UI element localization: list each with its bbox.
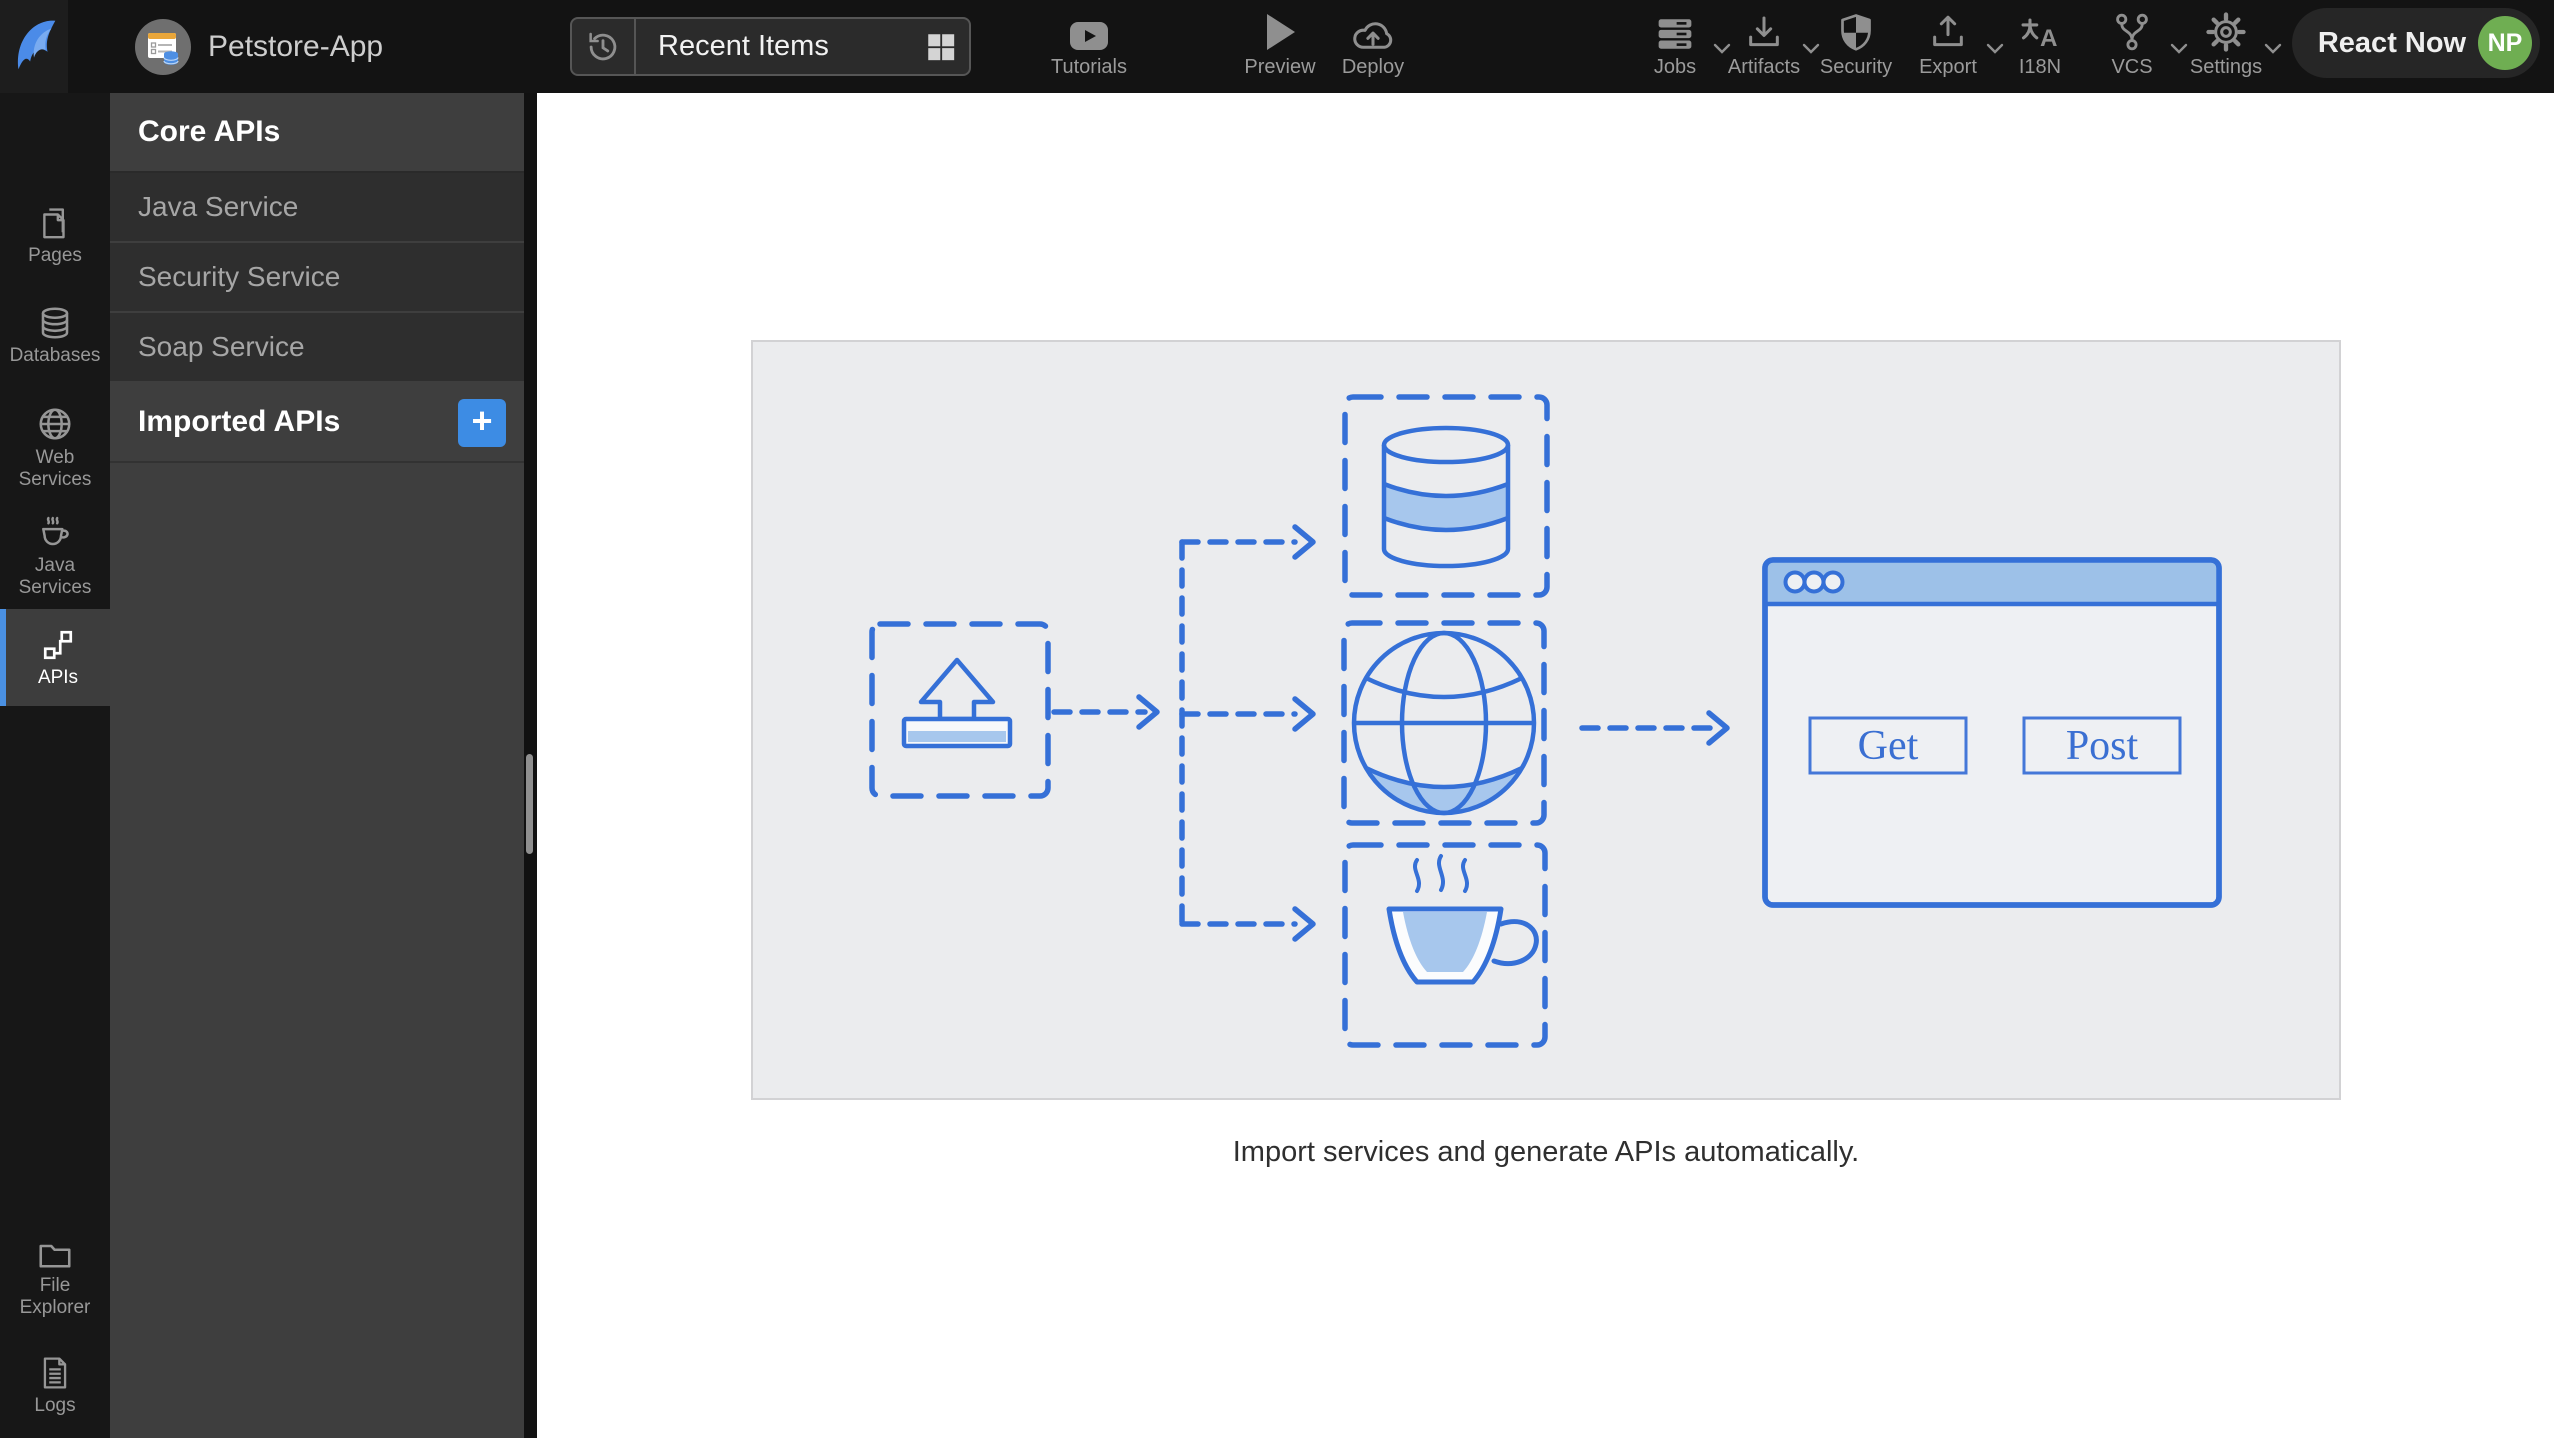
deploy-label: Deploy xyxy=(1341,56,1405,78)
get-label: Get xyxy=(1858,723,1919,769)
export-menu[interactable]: Export xyxy=(1900,6,2004,90)
sidebar-item-pages[interactable]: Pages xyxy=(0,205,110,267)
security-label: Security xyxy=(1819,56,1893,78)
user-avatar[interactable]: NP xyxy=(2478,16,2532,70)
security-button[interactable]: Security xyxy=(1808,6,1904,90)
steam-lines xyxy=(1413,854,1469,893)
cloud-upload-icon xyxy=(1325,6,1421,52)
history-icon xyxy=(572,19,636,74)
sidebar-item-logs[interactable]: Logs xyxy=(0,1355,110,1417)
coffee-box xyxy=(1342,842,1548,1048)
post-label: Post xyxy=(2066,723,2139,769)
git-branch-icon xyxy=(2084,6,2180,52)
list-item-security-service[interactable]: Security Service xyxy=(110,243,524,313)
vcs-menu[interactable]: VCS xyxy=(2084,6,2188,90)
sidebar-item-databases[interactable]: Databases xyxy=(0,305,110,367)
diagram-svg: Get Post xyxy=(869,394,2222,1048)
settings-menu[interactable]: Settings xyxy=(2178,6,2282,90)
database-icon xyxy=(0,305,110,341)
globe-icon xyxy=(0,405,110,443)
apis-label: APIs xyxy=(37,666,79,688)
react-now-label: React Now xyxy=(2317,26,2467,59)
core-apis-title: Core APIs xyxy=(138,115,281,148)
pages-icon xyxy=(0,205,110,241)
sidebar-item-java-services[interactable]: Java Services xyxy=(0,513,110,599)
artifacts-menu[interactable]: Artifacts xyxy=(1716,6,1820,90)
mini-database-icon xyxy=(163,51,179,65)
i18n-label: I18N xyxy=(2018,56,2062,78)
imported-apis-title: Imported APIs xyxy=(138,405,341,438)
download-icon xyxy=(1716,6,1812,52)
project-avatar-icon[interactable] xyxy=(134,18,192,76)
coffee-cup-icon xyxy=(0,513,110,551)
jobs-menu[interactable]: Jobs xyxy=(1627,6,1731,90)
logs-label: Logs xyxy=(34,1395,76,1416)
core-apis-header: Core APIs xyxy=(110,93,524,173)
grid-view-icon[interactable] xyxy=(913,30,969,64)
pages-label: Pages xyxy=(28,245,82,266)
coffee-cup-icon xyxy=(1386,854,1539,985)
export-label: Export xyxy=(1919,56,1977,78)
upload-icon xyxy=(901,657,1013,749)
shield-icon xyxy=(1808,6,1904,52)
export-icon xyxy=(1900,6,1996,52)
sidebar-item-web-services[interactable]: Web Services xyxy=(0,405,110,491)
sidebar-item-file-explorer[interactable]: File Explorer xyxy=(0,1239,110,1319)
vcs-label: VCS xyxy=(2111,56,2153,78)
sidebar-item-apis[interactable]: APIs xyxy=(0,609,110,706)
recent-items-label: Recent Items xyxy=(658,30,829,62)
play-icon xyxy=(1232,6,1328,52)
top-bar: Petstore-App Recent Items Tutorials Prev… xyxy=(0,0,2554,93)
java-services-label: Java Services xyxy=(18,555,92,598)
imported-apis-header: Imported APIs + xyxy=(110,383,524,463)
jobs-label: Jobs xyxy=(1653,56,1697,78)
panel-scrollbar[interactable] xyxy=(526,754,533,854)
preview-label: Preview xyxy=(1244,56,1316,78)
deploy-button[interactable]: Deploy xyxy=(1325,6,1421,90)
translate-icon: A xyxy=(1992,6,2088,52)
illustration-caption: Import services and generate APIs automa… xyxy=(1232,1136,1860,1168)
app-root: Petstore-App Recent Items Tutorials Prev… xyxy=(0,0,2554,1438)
file-explorer-label: File Explorer xyxy=(19,1275,91,1318)
soap-service-label: Soap Service xyxy=(138,331,305,362)
add-imported-api-button[interactable]: + xyxy=(458,399,506,447)
recent-items-dropdown[interactable]: Recent Items xyxy=(570,17,971,76)
i18n-button[interactable]: A I18N xyxy=(1992,6,2088,90)
logs-icon xyxy=(0,1355,110,1391)
database-box xyxy=(1342,394,1550,598)
list-item-java-service[interactable]: Java Service xyxy=(110,173,524,243)
settings-label: Settings xyxy=(2189,56,2263,78)
main-canvas: Get Post Import services and generate AP… xyxy=(537,93,2554,1438)
react-now-button[interactable]: React Now NP xyxy=(2292,8,2540,78)
apis-panel: Core APIs Java Service Security Service … xyxy=(110,93,524,1438)
left-nav-rail: Pages Databases Web Services Java Servic… xyxy=(0,93,110,1438)
svg-text:A: A xyxy=(2040,25,2058,52)
wave-logo-icon xyxy=(10,13,58,80)
database-icon xyxy=(1381,425,1511,569)
globe-icon xyxy=(1351,630,1537,816)
tutorials-button[interactable]: Tutorials xyxy=(1041,6,1137,90)
youtube-icon xyxy=(1041,6,1137,52)
java-service-label: Java Service xyxy=(138,191,299,222)
globe-box xyxy=(1341,620,1547,826)
wavemaker-logo[interactable] xyxy=(0,0,68,93)
chevron-down-icon xyxy=(2264,42,2282,60)
folder-icon xyxy=(0,1239,110,1271)
databases-label: Databases xyxy=(9,345,101,366)
artifacts-label: Artifacts xyxy=(1727,56,1801,78)
gear-icon xyxy=(2178,6,2274,52)
preview-button[interactable]: Preview xyxy=(1232,6,1328,90)
apis-icon xyxy=(6,627,110,663)
tutorials-label: Tutorials xyxy=(1051,56,1127,78)
api-import-illustration: Get Post xyxy=(751,340,2341,1100)
browser-window-dots xyxy=(1783,570,1845,594)
browser-window: Get Post xyxy=(1762,557,2222,908)
security-service-label: Security Service xyxy=(138,261,341,292)
app-title: Petstore-App xyxy=(208,29,384,63)
jobs-icon xyxy=(1627,6,1723,52)
upload-box xyxy=(869,621,1051,799)
web-services-label: Web Services xyxy=(18,447,92,490)
list-item-soap-service[interactable]: Soap Service xyxy=(110,313,524,383)
